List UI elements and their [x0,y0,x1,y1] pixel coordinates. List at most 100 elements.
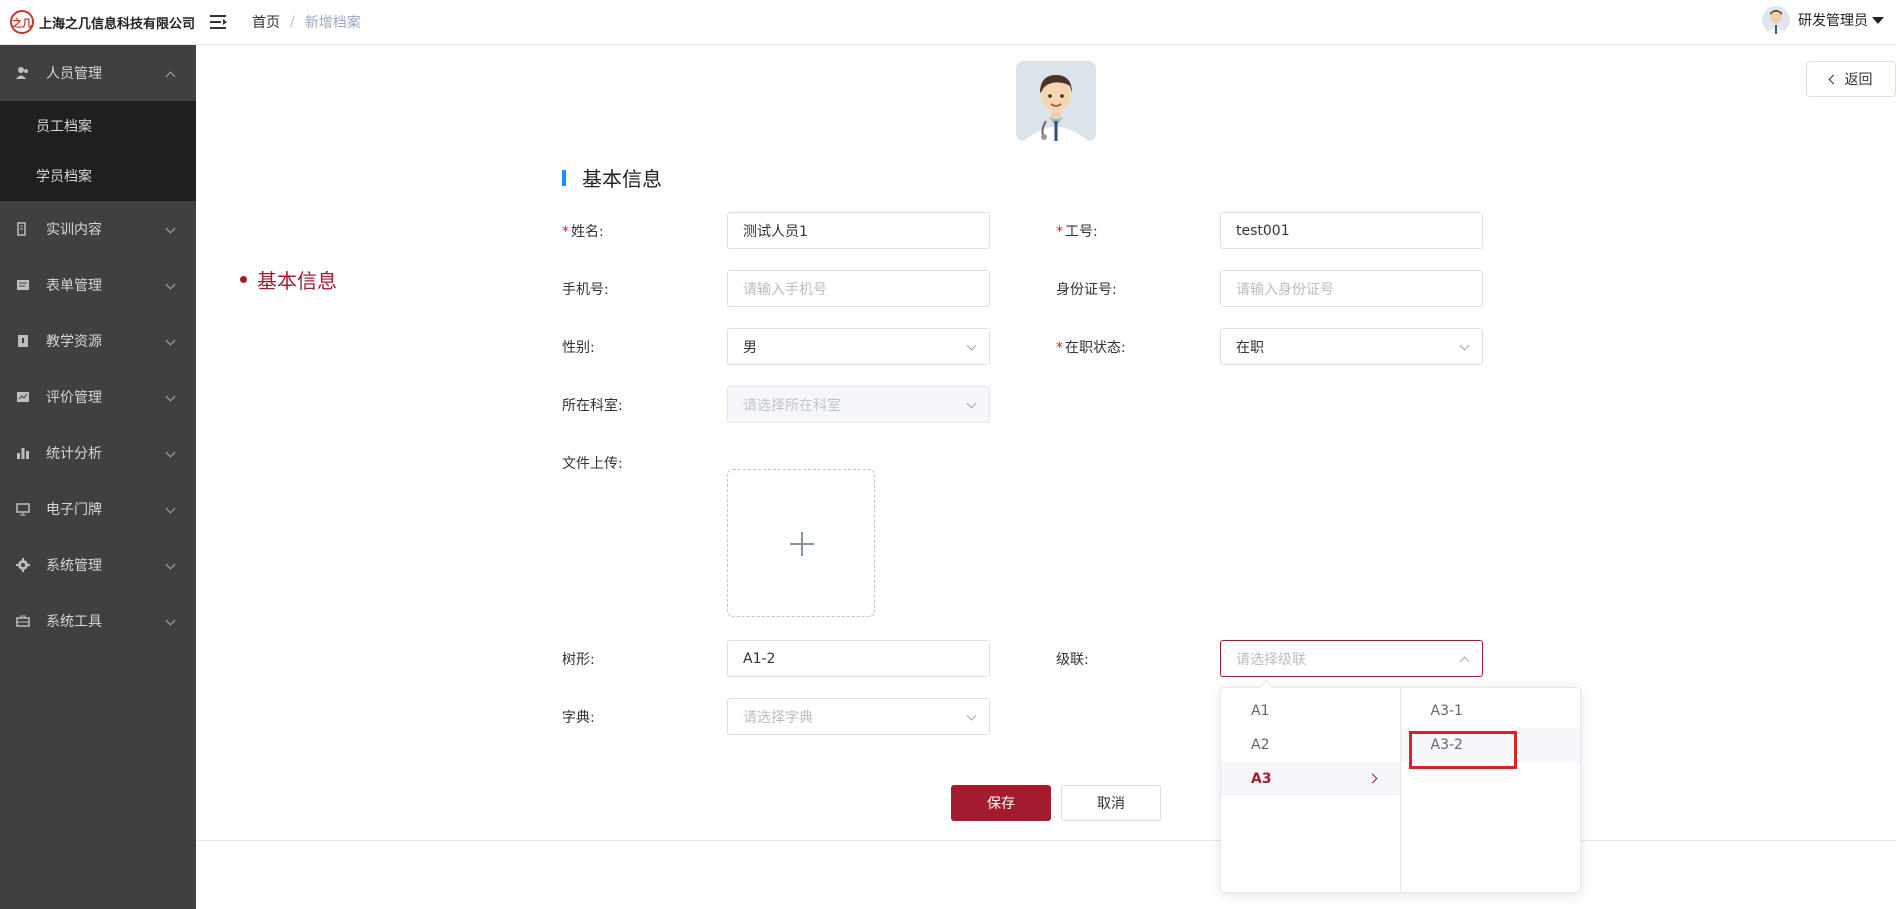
cascade-select[interactable]: 请选择级联 [1220,640,1483,677]
user-menu[interactable]: 研发管理员 [1762,6,1884,34]
evaluation-icon [16,390,30,404]
user-icon [16,66,30,80]
breadcrumb-separator: / [290,14,295,30]
resource-icon [16,334,30,348]
section-bar-icon [562,169,566,186]
footer-area [196,840,1896,909]
main-content [196,45,1896,840]
chevron-up-icon [165,71,176,82]
name-input[interactable]: 测试人员1 [727,212,990,249]
phone-label: 手机号: [562,282,609,298]
chevron-down-icon [165,503,176,514]
sidebar-item-label: 系统管理 [46,558,102,574]
sidebar-item-label: 表单管理 [46,278,102,294]
book-icon [16,222,30,236]
sidebar-item-label: 实训内容 [46,222,102,238]
menu-toggle-icon[interactable] [210,15,228,29]
sidebar-item-label: 统计分析 [46,446,102,462]
sidebar-item-evaluation[interactable]: 评价管理 [0,369,196,425]
cascader-option-a3-2[interactable]: A3-2 [1400,728,1580,762]
chevron-down-icon [165,447,176,458]
caret-down-icon [1872,16,1884,24]
cascader-option-a2[interactable]: A2 [1221,728,1400,762]
gender-select[interactable]: 男 [727,328,990,365]
dict-label: 字典: [562,710,595,726]
chevron-left-icon [1828,74,1838,84]
gender-label: 性别: [562,340,595,356]
cancel-button[interactable]: 取消 [1061,785,1161,821]
chevron-down-icon [966,710,977,721]
cascader-column-1: A1 A2 A3 [1221,688,1401,892]
breadcrumb: 首页 / 新增档案 [252,12,361,32]
chevron-down-icon [165,279,176,290]
chevron-down-icon [165,223,176,234]
required-mark: * [1056,224,1063,240]
anchor-label: 基本信息 [257,269,337,293]
cascade-label: 级联: [1056,652,1089,668]
breadcrumb-home[interactable]: 首页 [252,12,280,32]
tree-label: 树形: [562,652,595,668]
sidebar: 人员管理 员工档案 学员档案 实训内容 表单管理 教学资源 评价管理 统计分析 … [0,45,196,909]
back-button[interactable]: 返回 [1806,61,1896,97]
chevron-down-icon [165,391,176,402]
sidebar-item-forms[interactable]: 表单管理 [0,257,196,313]
department-select[interactable]: 请选择所在科室 [727,386,990,423]
monitor-icon [16,502,30,516]
anchor-basic-info[interactable]: 基本信息 [240,265,337,294]
chevron-down-icon [165,335,176,346]
upload-label: 文件上传: [562,456,623,472]
sidebar-item-personnel[interactable]: 人员管理 [0,45,196,101]
job-no-label: * 工号: [1056,224,1098,240]
file-upload-button[interactable] [727,469,875,617]
sidebar-item-training[interactable]: 实训内容 [0,201,196,257]
sidebar-item-doorplate[interactable]: 电子门牌 [0,481,196,537]
sidebar-item-label: 人员管理 [46,66,102,82]
sidebar-item-label: 评价管理 [46,390,102,406]
save-button[interactable]: 保存 [951,785,1051,821]
status-select[interactable]: 在职 [1220,328,1483,365]
sidebar-item-tools[interactable]: 系统工具 [0,593,196,649]
chevron-right-icon [1367,773,1377,784]
sidebar-item-resources[interactable]: 教学资源 [0,313,196,369]
chevron-up-icon [1459,656,1470,667]
section-title: 基本信息 [562,163,662,192]
doctor-avatar[interactable] [1016,61,1096,141]
cascader-option-a1[interactable]: A1 [1221,694,1400,728]
company-logo[interactable]: 之几 上海之几信息科技有限公司 [0,10,196,34]
chevron-down-icon [966,340,977,351]
cascader-dropdown: A1 A2 A3 A3-1 A3-2 [1220,679,1581,893]
sidebar-item-student-archive[interactable]: 学员档案 [0,151,196,201]
cascader-column-2: A3-1 A3-2 [1400,688,1581,892]
tree-select[interactable]: A1-2 [727,640,990,677]
back-button-label: 返回 [1844,72,1873,88]
sidebar-item-employee-archive[interactable]: 员工档案 [0,101,196,151]
anchor-dot-icon [240,276,247,283]
gear-icon [16,558,30,572]
sidebar-item-label: 教学资源 [46,334,102,350]
cascader-option-a3-1[interactable]: A3-1 [1401,694,1581,728]
user-name: 研发管理员 [1798,13,1868,29]
id-card-input[interactable]: 请输入身份证号 [1220,270,1483,307]
section-title-text: 基本信息 [582,167,662,191]
sidebar-item-label: 系统工具 [46,614,102,630]
chevron-down-icon [966,398,977,409]
job-no-input[interactable]: test001 [1220,212,1483,249]
cascader-option-a3[interactable]: A3 [1221,762,1400,796]
avatar [1762,6,1790,34]
top-header: 之几 上海之几信息科技有限公司 首页 / 新增档案 研发管理员 [0,0,1896,45]
submenu-personnel: 员工档案 学员档案 [0,101,196,201]
required-mark: * [562,224,569,240]
required-mark: * [1056,340,1063,356]
dict-select[interactable]: 请选择字典 [727,698,990,735]
sidebar-item-label: 电子门牌 [46,502,102,518]
toolbox-icon [16,614,30,628]
sidebar-item-system[interactable]: 系统管理 [0,537,196,593]
form-icon [16,278,30,292]
department-label: 所在科室: [562,398,623,414]
phone-input[interactable]: 请输入手机号 [727,270,990,307]
chart-icon [16,446,30,460]
name-label: * 姓名: [562,224,604,240]
chevron-down-icon [165,615,176,626]
id-card-label: 身份证号: [1056,282,1117,298]
sidebar-item-statistics[interactable]: 统计分析 [0,425,196,481]
